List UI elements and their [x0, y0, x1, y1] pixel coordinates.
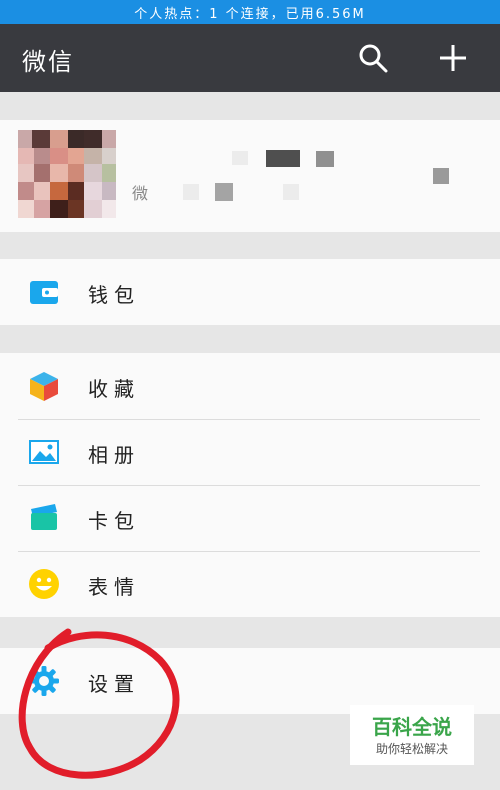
- search-icon[interactable]: [357, 42, 389, 74]
- avatar[interactable]: [18, 130, 116, 218]
- app-title: 微信: [22, 48, 74, 76]
- menu-item-label: 收藏: [88, 377, 140, 401]
- hotspot-status-text: 个人热点：1 个连接，已用6.56M: [134, 6, 366, 22]
- cube-icon: [30, 372, 58, 401]
- menu-item-label: 设置: [88, 672, 140, 696]
- watermark-title: 百科全说: [372, 715, 452, 739]
- menu-group-wallet: 钱包: [0, 259, 500, 325]
- app-bar: 微信: [0, 24, 500, 92]
- photo-icon: [29, 440, 59, 464]
- watermark-subtitle: 助你轻松解决: [375, 742, 448, 756]
- menu-item-album[interactable]: 相册: [0, 419, 500, 485]
- status-bar: 个人热点：1 个连接，已用6.56M: [0, 0, 500, 24]
- menu-item-label: 卡包: [88, 509, 140, 533]
- menu-item-label: 相册: [88, 443, 140, 467]
- menu-item-stickers[interactable]: 表情: [0, 551, 500, 617]
- card-icon: [31, 504, 57, 530]
- gear-icon: [29, 666, 59, 696]
- menu-item-favorites[interactable]: 收藏: [0, 353, 500, 419]
- menu-item-wallet[interactable]: 钱包: [0, 259, 500, 325]
- menu-item-card-pack[interactable]: 卡包: [0, 485, 500, 551]
- menu-group-main: 收藏 相册 卡包 表情: [0, 353, 500, 617]
- menu-item-label: 表情: [88, 575, 140, 599]
- plus-icon[interactable]: [437, 42, 469, 74]
- smiley-icon: [29, 569, 59, 599]
- watermark-logo: 百科全说 助你轻松解决: [350, 705, 474, 765]
- menu-item-label: 钱包: [88, 283, 140, 307]
- profile-qrcode-mosaic[interactable]: [433, 168, 449, 184]
- profile-wechat-id-label: 微: [132, 184, 149, 203]
- profile-card[interactable]: 微: [0, 120, 500, 232]
- wallet-icon: [30, 281, 58, 304]
